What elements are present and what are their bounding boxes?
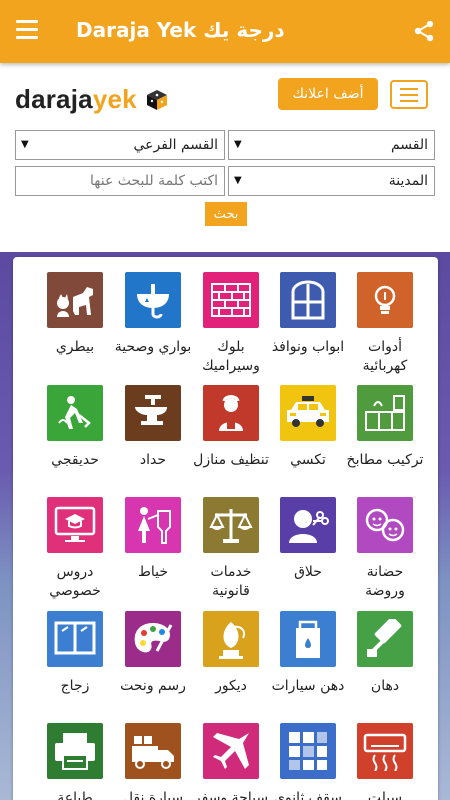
paint-can-icon [280,611,336,667]
dice-logo-icon [146,87,168,118]
category-label: خدمات قانونية [210,564,252,599]
category-label: تكسي [290,452,326,468]
category-tile[interactable]: ديكور [191,611,271,696]
category-label: حلاق [294,564,322,580]
dropdown-arrow-icon: ▼ [234,175,242,186]
category-label: رسم ونحت [120,678,186,694]
category-select[interactable]: ▼ القسم [228,130,435,160]
printer-icon [47,723,103,779]
category-label: خياط [137,564,169,580]
category-tile[interactable]: حضانة وروضة [345,497,425,601]
category-label: تركيب مطابخ [346,452,424,468]
glass-window-icon [47,611,103,667]
category-tile[interactable]: حداد [113,385,193,470]
share-icon[interactable] [412,19,436,43]
category-label: أدوات كهربائية [362,339,408,374]
category-tile[interactable]: خياط [113,497,193,582]
category-label: دروس خصوصي [49,564,101,599]
category-label: بلوك وسيراميك [202,339,260,374]
category-label: سبلت [367,790,403,800]
tailor-icon [125,497,181,553]
category-label: حضانة وروضة [365,564,405,599]
category-label: دهان [370,678,400,694]
nav-menu-button[interactable] [390,80,428,109]
category-tile[interactable]: حلاق [268,497,348,582]
paint-roller-icon [357,611,413,667]
air-conditioner-icon [357,723,413,779]
category-tile[interactable]: ابواب ونوافذ [268,272,348,357]
category-tile[interactable]: دهان [345,611,425,696]
category-label: حداد [139,452,167,468]
category-tile[interactable]: سقف ثانوي [268,723,348,800]
category-tile[interactable]: رسم ونحت [113,611,193,696]
category-tile[interactable]: بواري وصحية [113,272,193,357]
category-label: بواري وصحية [114,339,192,355]
category-tile[interactable]: أدوات كهربائية [345,272,425,376]
category-tile[interactable]: سبلت [345,723,425,800]
categories-grid: أدوات كهربائية ابواب ونوافذ بلوك وسيراميك ب… [13,257,438,800]
category-tile[interactable]: خدمات قانونية [191,497,271,601]
category-label: حديقجي [51,452,99,468]
category-label: دهن سيارات [271,678,345,694]
category-tile[interactable]: طباعة [35,723,115,800]
add-ad-button[interactable]: أضف اعلانك [278,78,378,110]
animals-icon [47,272,103,328]
barber-icon [280,497,336,553]
lightbulb-icon [357,272,413,328]
category-label: سياحة وسفر [193,790,269,800]
category-tile[interactable]: تكسي [268,385,348,470]
category-label: سيارة نقل [122,790,184,800]
search-input[interactable] [15,166,225,196]
category-tile[interactable]: تركيب مطابخ [345,385,425,470]
tutoring-icon [47,497,103,553]
app-title: Daraja Yek درجة يك [76,18,285,42]
category-tile[interactable]: تنظيف منازل [191,385,271,470]
gardener-icon [47,385,103,441]
dropdown-arrow-icon: ▼ [21,139,29,150]
sink-icon [125,272,181,328]
truck-icon [125,723,181,779]
category-label: تنظيف منازل [193,452,269,468]
ceiling-icon [280,723,336,779]
children-icon [357,497,413,553]
category-tile[interactable]: بيطري [35,272,115,357]
category-tile[interactable]: حديقجي [35,385,115,470]
subcategory-select[interactable]: ▼ القسم الفرعي [15,130,225,160]
airplane-icon [203,723,259,779]
city-select[interactable]: ▼ المدينة [228,166,435,196]
scales-icon [203,497,259,553]
category-tile[interactable]: سياحة وسفر [191,723,271,800]
decor-icon [203,611,259,667]
menu-icon[interactable] [16,20,38,40]
kitchen-icon [357,385,413,441]
category-label: ابواب ونوافذ [271,339,345,355]
category-tile[interactable]: زجاج [35,611,115,696]
window-icon [280,272,336,328]
palette-icon [125,611,181,667]
category-tile[interactable]: سيارة نقل [113,723,193,800]
category-label: طباعة [57,790,93,800]
app-bar: Daraja Yek درجة يك [0,0,450,63]
category-tile[interactable]: دهن سيارات [268,611,348,696]
taxi-icon [280,385,336,441]
brick-wall-icon [203,272,259,328]
dropdown-arrow-icon: ▼ [234,139,242,150]
search-button[interactable]: بحث [205,202,247,226]
category-tile[interactable]: دروس خصوصي [35,497,115,601]
category-label: زجاج [60,678,90,694]
logo: darajayek [15,84,168,118]
category-tile[interactable]: بلوك وسيراميك [191,272,271,376]
category-label: سقف ثانوي [273,790,342,800]
cleaner-icon [203,385,259,441]
category-label: بيطري [55,339,95,355]
anvil-icon [125,385,181,441]
category-label: ديكور [215,678,247,694]
